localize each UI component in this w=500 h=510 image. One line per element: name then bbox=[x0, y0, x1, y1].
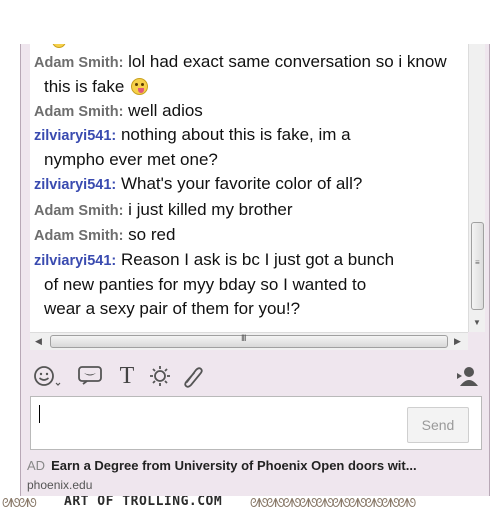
scroll-right-arrow-icon[interactable]: ▶ bbox=[454, 336, 461, 347]
text-format-icon[interactable]: T bbox=[117, 364, 137, 388]
sender-name: Adam Smith: bbox=[34, 104, 124, 120]
watermark-strip: ᘛᘚᘛᘚ ART OF TROLLING.COM ᘛᘚᘛᘚᘛᘚᘛᘚᘛᘚᘛᘚᘛᘚᘛ… bbox=[0, 496, 500, 510]
chat-message: zilviaryi541: nothing about this is fake… bbox=[34, 123, 462, 172]
message-text: Reason I ask is bc I just got a bunch bbox=[120, 250, 395, 269]
scroll-left-arrow-icon[interactable]: ◀ bbox=[35, 336, 42, 347]
message-input[interactable]: Send bbox=[30, 396, 482, 450]
chat-window: Adam Smith: lol had exact same conversat… bbox=[20, 44, 490, 510]
message-text: nothing about this is fake, im a bbox=[120, 125, 351, 144]
message-text-cont: of new panties for myy bday so I wanted … bbox=[44, 275, 367, 294]
tongue-smiley-icon bbox=[131, 78, 149, 95]
sender-name: Adam Smith: bbox=[34, 55, 124, 71]
vertical-scrollbar[interactable]: ≡ ▼ bbox=[468, 44, 485, 332]
chat-message: zilviaryi541: Reason I ask is bc I just … bbox=[34, 248, 462, 321]
sender-name: zilviaryi541: bbox=[34, 253, 117, 269]
vertical-scroll-thumb[interactable]: ≡ bbox=[471, 222, 484, 310]
send-button[interactable]: Send bbox=[407, 407, 469, 443]
message-text: so red bbox=[128, 225, 176, 244]
nudge-icon[interactable] bbox=[147, 364, 173, 388]
chat-message: Adam Smith: i just killed my brother bbox=[34, 198, 462, 223]
smiley-emoticon-icon bbox=[52, 44, 66, 48]
chat-message: Adam Smith: so red bbox=[34, 223, 462, 248]
chat-history: Adam Smith: lol had exact same conversat… bbox=[30, 44, 468, 332]
scroll-down-arrow-icon[interactable]: ▼ bbox=[473, 318, 481, 327]
message-text-cont: nympho ever met one? bbox=[44, 150, 218, 169]
ad-label: AD bbox=[27, 458, 46, 473]
swirl-decoration-icon: ᘛᘚᘛᘚ bbox=[2, 496, 37, 510]
chat-toolbar: T bbox=[21, 356, 489, 396]
message-text: lol had exact same conversation so i kno… bbox=[128, 52, 447, 71]
sender-name: Adam Smith: bbox=[34, 228, 124, 244]
wink-icon[interactable] bbox=[77, 364, 103, 388]
message-text: well adios bbox=[128, 101, 203, 120]
sender-name: Adam Smith: bbox=[34, 203, 124, 219]
watermark-text: ART OF TROLLING.COM bbox=[64, 496, 223, 509]
attach-icon[interactable] bbox=[179, 364, 205, 388]
chat-message: Adam Smith: lol had exact same conversat… bbox=[34, 50, 462, 99]
message-text: i just killed my brother bbox=[128, 200, 293, 219]
message-text: What's your favorite color of all? bbox=[120, 174, 363, 193]
ad-text[interactable]: Earn a Degree from University of Phoenix… bbox=[51, 458, 417, 473]
smiley-icon[interactable] bbox=[33, 364, 63, 388]
message-text-cont: wear a sexy pair of them for you!? bbox=[44, 299, 301, 318]
grip-icon: III bbox=[241, 333, 246, 343]
ad-banner[interactable]: AD Earn a Degree from University of Phoen… bbox=[27, 458, 487, 473]
horizontal-scrollbar[interactable]: ◀ III ▶ bbox=[30, 332, 468, 350]
swirl-decoration-icon: ᘛᘚᘛᘚᘛᘚᘛᘚᘛᘚᘛᘚᘛᘚᘛᘚᘛᘚᘛᘚ bbox=[250, 496, 416, 510]
message-text-cont: this is fake bbox=[44, 77, 125, 96]
chat-message: Adam Smith: well adios bbox=[34, 99, 462, 124]
ad-url[interactable]: phoenix.edu bbox=[27, 478, 92, 492]
text-cursor bbox=[39, 405, 40, 423]
chat-message: zilviaryi541: What's your favorite color… bbox=[34, 172, 462, 197]
horizontal-scroll-thumb[interactable]: III bbox=[50, 333, 448, 348]
grip-icon: ≡ bbox=[475, 258, 480, 267]
contacts-icon[interactable] bbox=[453, 364, 481, 388]
sender-name: zilviaryi541: bbox=[34, 128, 117, 144]
sender-name: zilviaryi541: bbox=[34, 177, 117, 193]
